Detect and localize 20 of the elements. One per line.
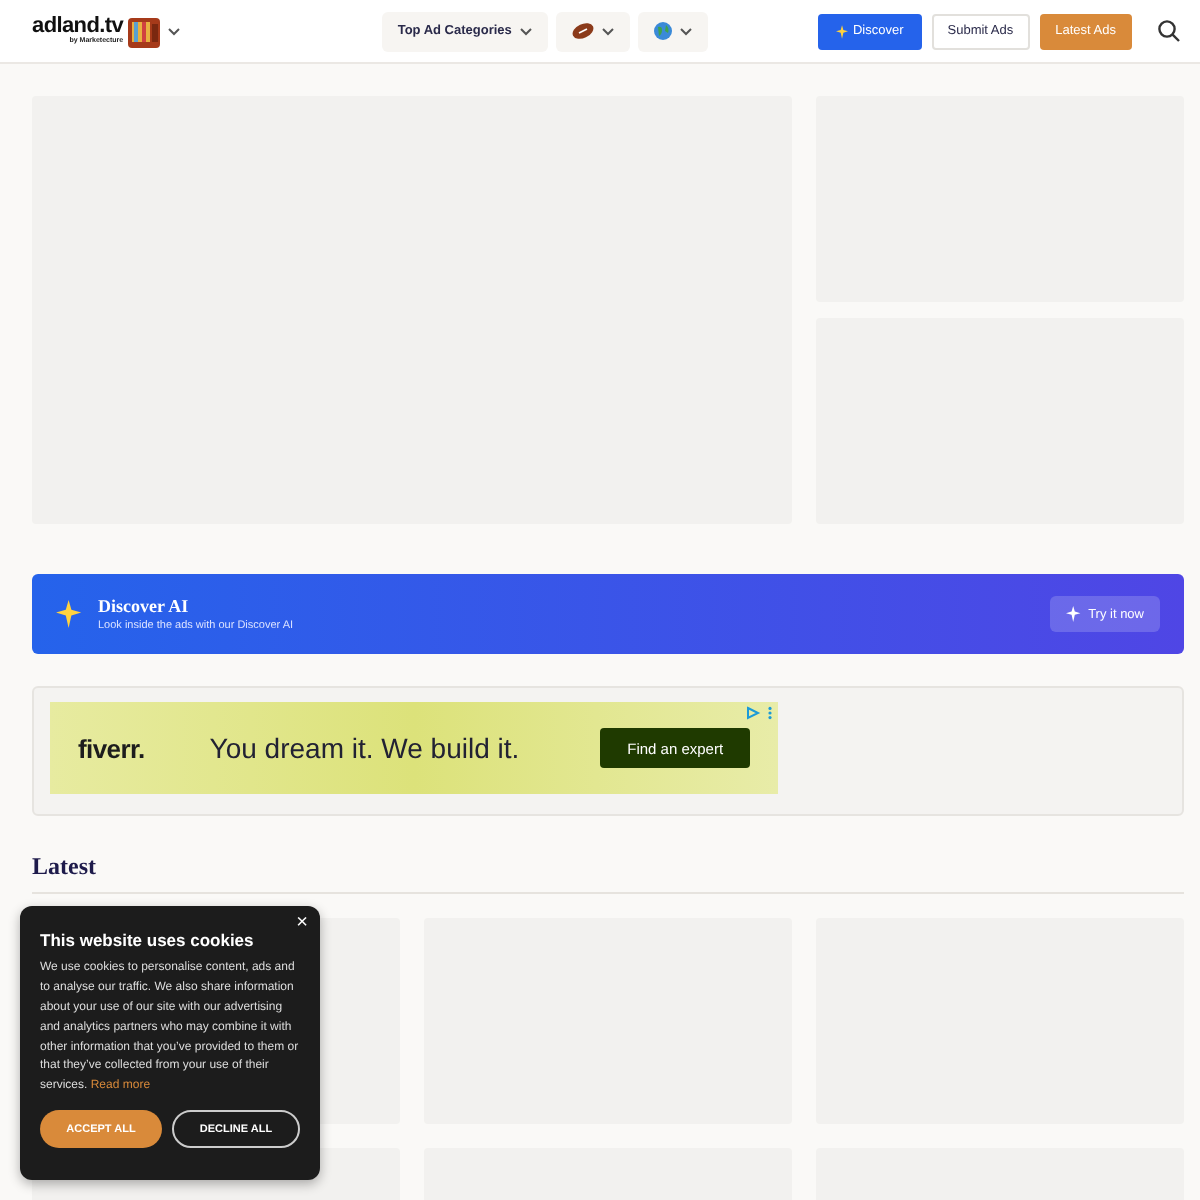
region-menu[interactable]	[637, 11, 708, 51]
banner-title: Discover AI	[98, 596, 191, 616]
chevron-down-icon	[679, 27, 692, 35]
chevron-down-icon	[167, 27, 180, 35]
ad-headline: You dream it. We build it.	[209, 732, 522, 764]
tv-icon	[125, 13, 162, 49]
sparkle-icon	[835, 23, 849, 39]
search-icon	[1158, 20, 1180, 42]
chevron-down-icon	[601, 27, 614, 35]
globe-icon	[653, 22, 672, 40]
football-icon	[571, 22, 594, 40]
chevron-down-icon	[519, 27, 532, 35]
ad-brand: fiverr.	[78, 733, 147, 763]
section-heading: Latest	[32, 852, 1184, 894]
sparkle-icon	[56, 600, 84, 628]
dialog-title: This website uses cookies	[40, 930, 256, 950]
ad-choices-icon	[746, 706, 774, 720]
sports-menu[interactable]	[555, 11, 630, 51]
sparkle-icon	[1066, 606, 1083, 622]
close-button[interactable]: ×	[296, 914, 308, 934]
